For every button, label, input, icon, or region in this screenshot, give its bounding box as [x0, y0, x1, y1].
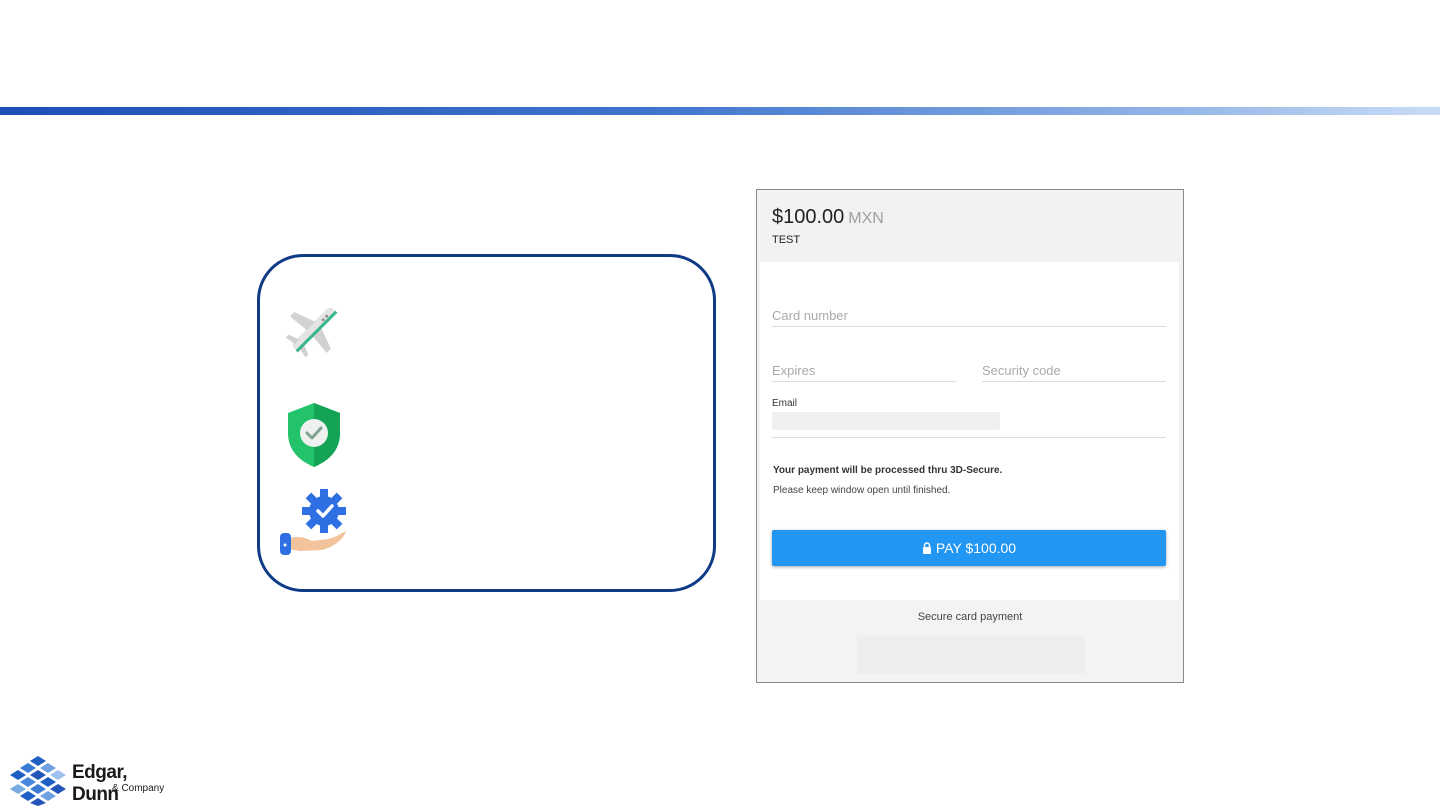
secure-payment-label: Secure card payment [917, 611, 1023, 623]
checkout-form: Card number Expires Security code Email … [760, 262, 1179, 600]
card-number-field[interactable]: Card number [772, 308, 848, 323]
email-underline [772, 437, 1166, 438]
payment-badge-area [857, 636, 1085, 674]
3d-secure-notice: Your payment will be processed thru 3D-S… [773, 465, 1003, 476]
security-code-underline [982, 381, 1166, 382]
email-field[interactable] [772, 412, 1000, 430]
pay-button[interactable]: PAY $100.00 [772, 530, 1166, 566]
keep-window-open-notice: Please keep window open until finished. [773, 485, 951, 496]
feature-panel [257, 254, 716, 592]
checkout-header: $100.00 MXN TEST [757, 190, 1183, 262]
currency-label: MXN [848, 210, 884, 227]
shield-check-icon [284, 401, 344, 469]
airplane-icon [282, 297, 346, 361]
security-code-field[interactable]: Security code [982, 363, 1061, 378]
amount-display: $100.00 MXN [772, 206, 884, 229]
amount-value: $100.00 [772, 206, 845, 228]
email-label: Email [772, 398, 798, 409]
card-number-underline [772, 326, 1166, 327]
expires-field[interactable]: Expires [772, 363, 815, 378]
hand-gear-icon [278, 487, 350, 559]
header-accent-bar [0, 107, 1440, 115]
logo-subtitle: & Company [112, 783, 165, 794]
logo-mark-icon [10, 756, 66, 806]
pay-button-label: PAY $100.00 [935, 540, 1017, 556]
company-logo: Edgar, Dunn & Company [8, 754, 178, 806]
checkout-panel: $100.00 MXN TEST Card number Expires Secu… [756, 189, 1184, 683]
lock-icon [922, 542, 931, 554]
merchant-name: TEST [772, 234, 801, 246]
expires-underline [772, 381, 956, 382]
